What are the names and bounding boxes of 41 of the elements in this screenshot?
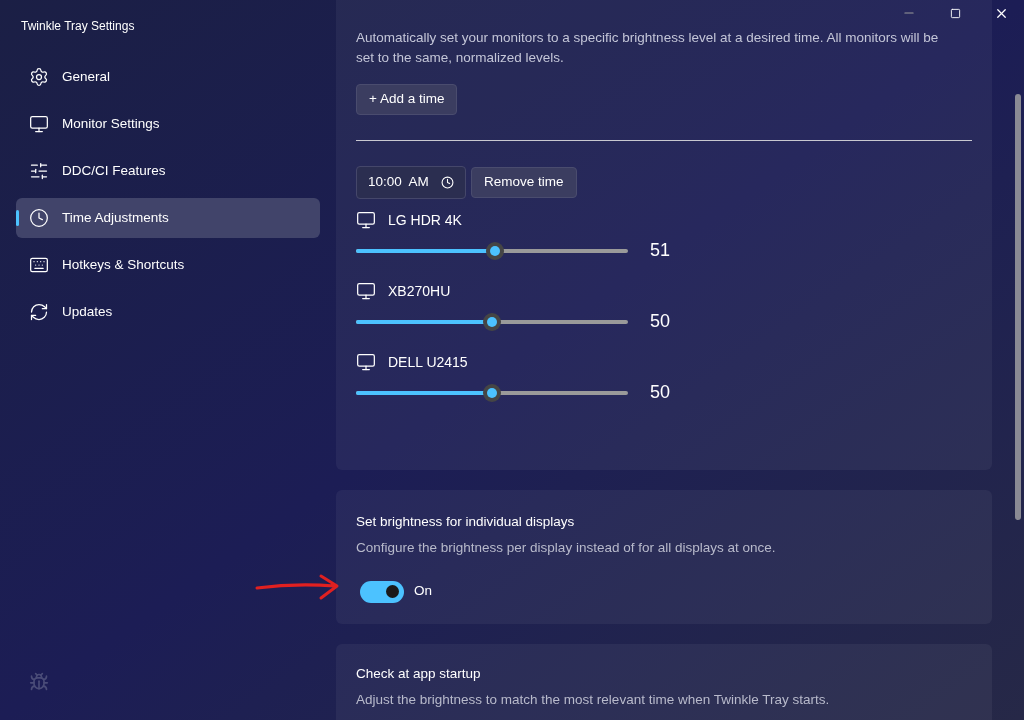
toggle-label: On bbox=[414, 582, 432, 601]
refresh-icon bbox=[29, 302, 49, 322]
clock-icon bbox=[29, 208, 49, 228]
slider-thumb[interactable] bbox=[483, 383, 501, 402]
setting-description: Configure the brightness per display instead of for all displays at once. bbox=[356, 539, 777, 558]
monitor-icon bbox=[29, 114, 49, 134]
sidebar-item[interactable]: Updates bbox=[16, 292, 320, 332]
sidebar-item[interactable]: General bbox=[16, 57, 320, 97]
monitor-name: XB270HU bbox=[388, 281, 451, 301]
setting-title: Set brightness for individual displays bbox=[356, 513, 576, 531]
keyboard-icon bbox=[29, 255, 49, 275]
slider[interactable] bbox=[356, 241, 628, 260]
scrollbar[interactable] bbox=[1015, 94, 1021, 520]
setting-description: Adjust the brightness to match the most relevant time when Twinkle Tray starts. bbox=[356, 691, 831, 710]
monitor-icon bbox=[356, 210, 376, 230]
window-title: Twinkle Tray Settings bbox=[20, 18, 136, 35]
clock-icon bbox=[441, 176, 454, 189]
slider[interactable] bbox=[356, 383, 628, 402]
slider-thumb[interactable] bbox=[483, 312, 501, 331]
add-time-button[interactable]: + Add a time bbox=[356, 84, 458, 115]
gear-icon bbox=[29, 67, 49, 87]
monitor-icon bbox=[356, 352, 376, 372]
slider-thumb[interactable] bbox=[485, 241, 504, 260]
brightness-value: 51 bbox=[650, 239, 671, 262]
sliders-icon bbox=[29, 161, 49, 181]
sidebar-item[interactable]: Monitor Settings bbox=[16, 104, 320, 144]
description-text: Automatically set your monitors to a specific brightness level at a desired time. All monitors will be set to the same, normalized levels. bbox=[356, 29, 940, 67]
toggle-switch[interactable] bbox=[360, 580, 404, 603]
brightness-value: 50 bbox=[650, 381, 671, 404]
brightness-value: 50 bbox=[650, 310, 671, 333]
setting-title: Check at app startup bbox=[356, 665, 482, 683]
maximize-icon[interactable] bbox=[949, 7, 961, 19]
time-field[interactable]: 10:00 AM bbox=[356, 166, 466, 199]
sidebar-item[interactable]: Time Adjustments bbox=[16, 198, 320, 238]
sidebar-item[interactable]: DDC/CI Features bbox=[16, 151, 320, 191]
monitor-name: LG HDR 4K bbox=[388, 210, 462, 230]
monitor-icon bbox=[356, 281, 376, 301]
sidebar-item[interactable]: Hotkeys & Shortcuts bbox=[16, 245, 320, 285]
monitor-name: DELL U2415 bbox=[388, 352, 468, 372]
remove-time-button[interactable]: Remove time bbox=[471, 167, 577, 198]
slider[interactable] bbox=[356, 312, 628, 331]
